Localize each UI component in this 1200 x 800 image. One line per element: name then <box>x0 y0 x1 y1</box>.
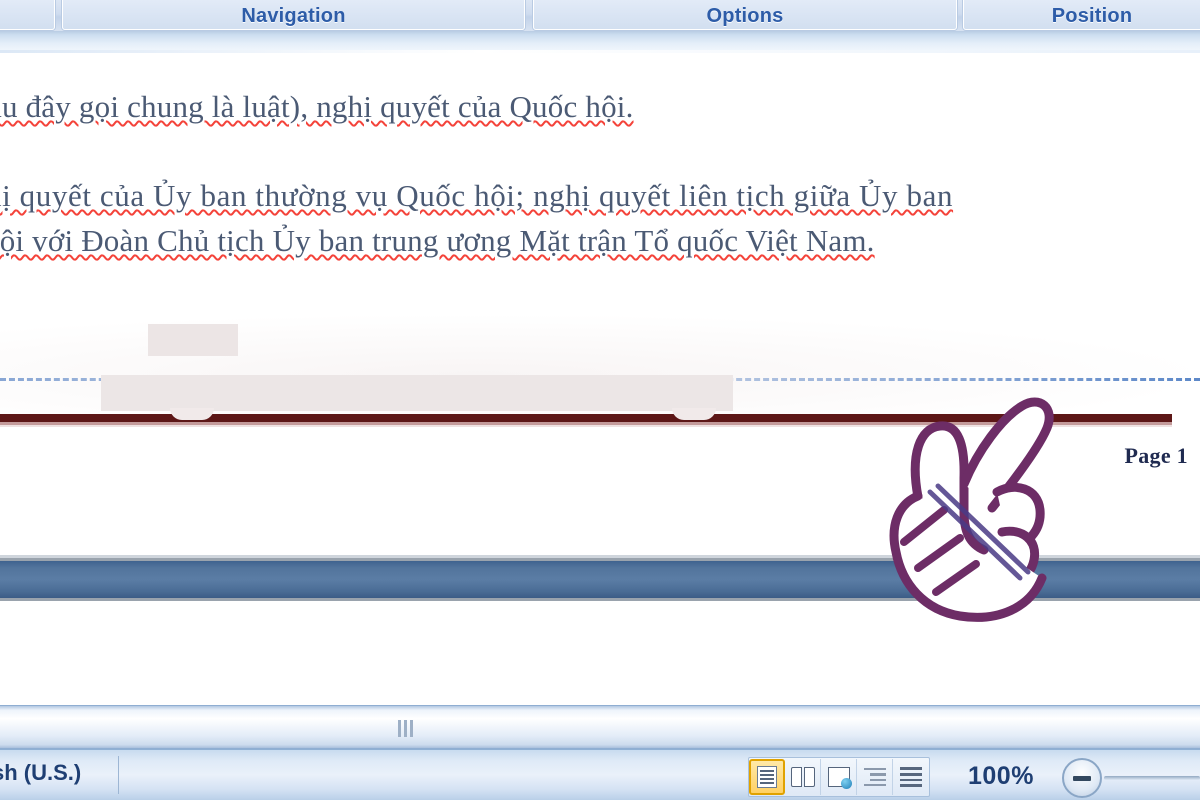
draft-view-button[interactable] <box>893 759 929 795</box>
outline-view-button[interactable] <box>857 759 893 795</box>
draft-lines-icon <box>900 767 922 787</box>
document-line-2-text: hị quyết của Ủy ban thường vụ Quốc hội; … <box>0 178 954 213</box>
footer-horizontal-rule <box>0 408 1172 430</box>
ribbon-group-navigation[interactable]: Navigation <box>62 0 525 30</box>
ribbon-group-options[interactable]: Options <box>533 0 957 30</box>
zoom-percentage-label[interactable]: 100% <box>968 762 1034 791</box>
ribbon-group-navigation-label: Navigation <box>241 5 346 27</box>
footer-rule-thin <box>0 425 1172 427</box>
page-number-label: Page 1 <box>1124 443 1188 468</box>
ribbon-group-strip: Navigation Options Position <box>0 0 1200 31</box>
next-page-area[interactable] <box>0 601 1200 705</box>
document-paragraph-line-3: hội với Đoàn Chủ tịch Ủy ban trung ương … <box>0 223 875 259</box>
status-bar-divider <box>118 756 119 794</box>
web-layout-view-button[interactable] <box>821 759 857 795</box>
full-screen-reading-view-button[interactable] <box>785 759 821 795</box>
status-bar: sh (U.S.) 100% <box>0 749 1200 800</box>
document-line-1-text: au đây gọi chung là luật), nghị quyết củ… <box>0 89 634 124</box>
document-lines-icon <box>757 766 777 788</box>
document-line-3-text: hội với Đoàn Chủ tịch Ủy ban trung ương … <box>0 223 875 258</box>
minus-circle-icon <box>1073 775 1091 781</box>
print-layout-view-button[interactable] <box>749 759 785 795</box>
zoom-out-button[interactable] <box>1062 758 1102 798</box>
outline-list-icon <box>863 768 886 786</box>
ribbon-bottom-edge <box>0 31 1200 53</box>
tab-stop-notch-right <box>672 408 716 420</box>
field-shading-box-wide <box>101 375 733 411</box>
ribbon-group-options-label: Options <box>706 5 784 27</box>
ribbon-group-partial-left[interactable] <box>0 0 55 30</box>
status-language-label[interactable]: sh (U.S.) <box>0 760 81 786</box>
ribbon-group-position-label: Position <box>1051 5 1133 27</box>
scrollbar-grip-icon[interactable] <box>398 720 420 737</box>
field-shading-box-small <box>148 324 238 356</box>
view-mode-button-group <box>748 757 930 797</box>
tab-stop-notch-left <box>170 408 214 420</box>
document-paragraph-line-1: au đây gọi chung là luật), nghị quyết củ… <box>0 89 634 125</box>
horizontal-scrollbar[interactable] <box>0 705 1200 749</box>
page-gap-separator[interactable] <box>0 555 1200 601</box>
ribbon-group-position[interactable]: Position <box>963 0 1200 30</box>
document-page-area[interactable]: au đây gọi chung là luật), nghị quyết củ… <box>0 53 1200 558</box>
web-page-globe-icon <box>827 767 852 789</box>
zoom-slider-track[interactable] <box>1104 776 1200 780</box>
document-paragraph-line-2: hị quyết của Ủy ban thường vụ Quốc hội; … <box>0 178 953 214</box>
open-book-icon <box>790 767 815 787</box>
